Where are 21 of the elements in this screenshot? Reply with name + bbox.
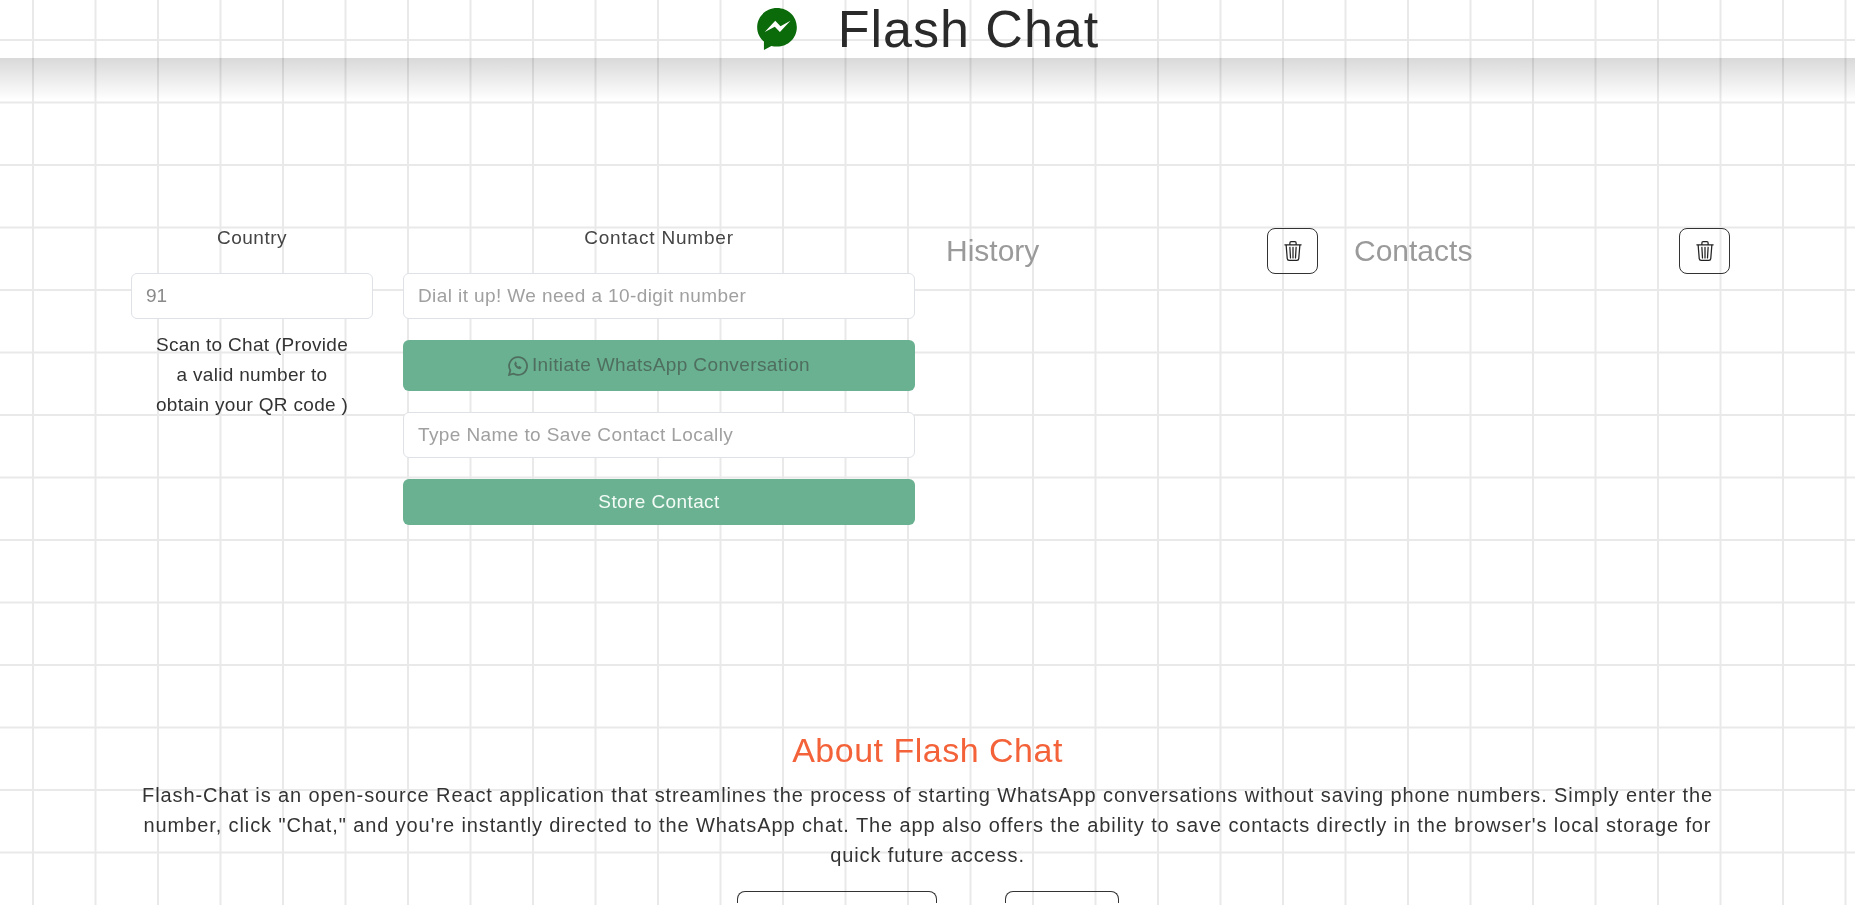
country-code-input[interactable]: 91 bbox=[131, 273, 373, 319]
text-input[interactable]: Type Name to Save Contact Locally bbox=[403, 412, 915, 458]
panel-title: History bbox=[946, 233, 1040, 269]
whatsapp-button[interactable]: Initiate WhatsApp Conversation bbox=[403, 340, 915, 391]
chat-bubble-bolt-icon bbox=[755, 8, 798, 50]
delete-button[interactable] bbox=[1679, 228, 1730, 274]
contact-number-label: Contact Number bbox=[584, 226, 734, 250]
app-title: Flash Chat bbox=[837, 0, 1100, 58]
outlined-button[interactable] bbox=[1004, 891, 1119, 903]
text-input[interactable]: Dial it up! We need a 10-digit number bbox=[403, 273, 915, 319]
country-label: Country bbox=[217, 226, 287, 250]
trash-icon bbox=[1695, 241, 1714, 261]
store-contact-button[interactable]: Store Contact bbox=[403, 479, 915, 525]
whatsapp-icon bbox=[507, 355, 528, 376]
panel-title: Contacts bbox=[1354, 233, 1473, 269]
delete-button[interactable] bbox=[1267, 228, 1318, 274]
about-heading: About Flash Chat bbox=[792, 730, 1063, 770]
trash-icon bbox=[1283, 241, 1302, 261]
about-paragraph: Flash-Chat is an open-source React application that streamlines the process of starting WhatsApp conversations without saving phone numbers. Simply enter the number, click "Chat," and you're instantly directed to the WhatsApp chat. The app also offers the ability to save contacts directly in the browser's local storage for quick future access. bbox=[141, 783, 1714, 868]
qr-caption: Scan to Chat (Provide a valid number to obtain your QR code ) bbox=[154, 333, 350, 417]
outlined-button[interactable] bbox=[736, 891, 937, 903]
